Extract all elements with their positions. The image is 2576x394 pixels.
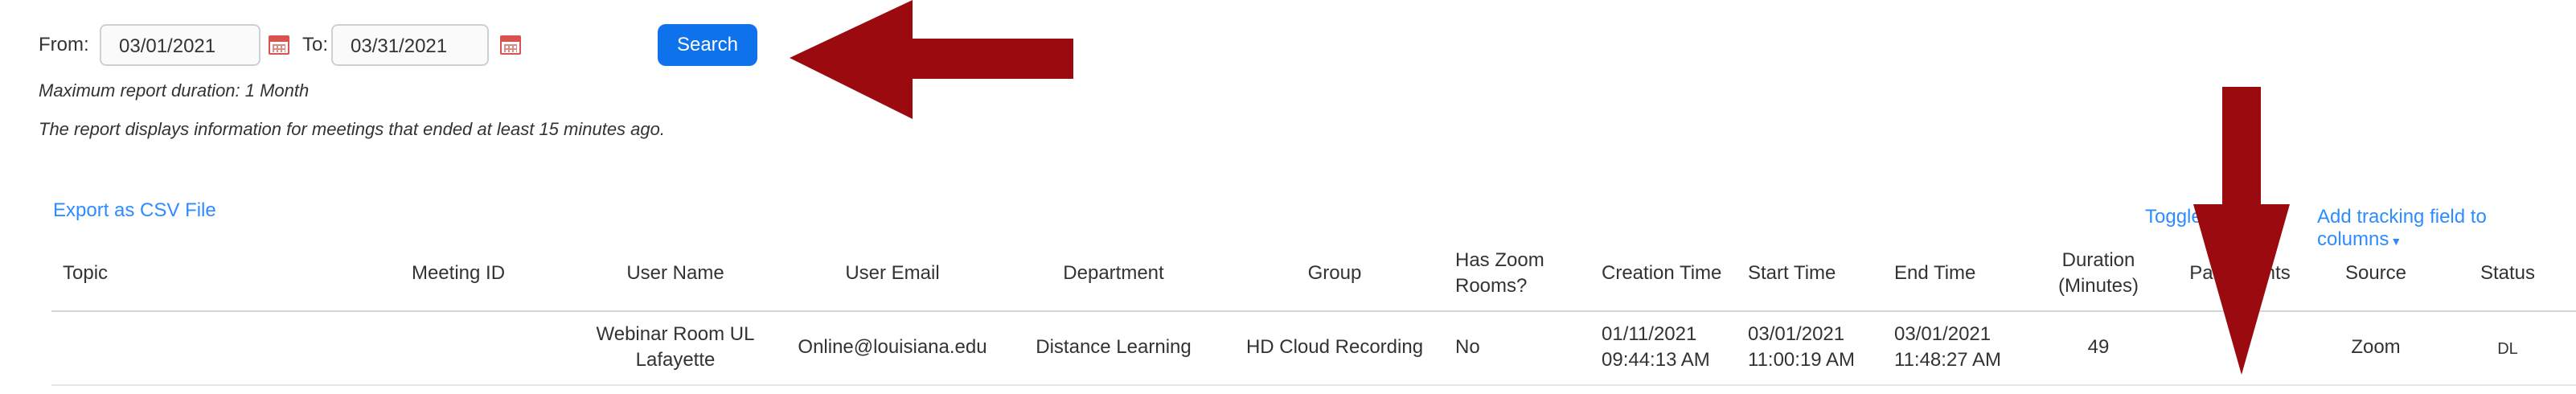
from-label: From: bbox=[39, 34, 89, 55]
caret-down-icon: ▼ bbox=[2390, 235, 2402, 248]
column-header-status[interactable]: Status bbox=[2457, 261, 2558, 286]
column-header-end-time[interactable]: End Time bbox=[1894, 261, 1975, 286]
column-header-duration[interactable]: Duration (Minutes) bbox=[2042, 248, 2155, 299]
to-date-input[interactable]: 03/31/2021 bbox=[331, 24, 489, 66]
has-zoom-rooms-line1: Has Zoom bbox=[1455, 249, 1544, 271]
add-tracking-field-label: Add tracking field to columns bbox=[2317, 206, 2487, 250]
duration-line2: (Minutes) bbox=[2057, 275, 2139, 297]
calendar-icon[interactable] bbox=[500, 35, 521, 55]
cell-duration: 49 bbox=[2087, 336, 2110, 358]
cell-source: Zoom bbox=[2351, 336, 2401, 358]
cell-start-time: 03/01/2021 11:00:19 AM bbox=[1748, 322, 1855, 373]
to-label: To: bbox=[302, 34, 329, 55]
add-tracking-field-link[interactable]: Add tracking field to columns ▼ bbox=[2317, 206, 2576, 251]
row-divider bbox=[51, 384, 2576, 386]
start-date: 03/01/2021 bbox=[1748, 323, 1845, 345]
search-button[interactable]: Search bbox=[658, 24, 757, 66]
cell-creation-time: 01/11/2021 09:44:13 AM bbox=[1602, 322, 1710, 373]
cell-group: HD Cloud Recording bbox=[1245, 336, 1424, 358]
cell-user-email: Online@louisiana.edu bbox=[798, 336, 987, 358]
duration-line1: Duration bbox=[2061, 249, 2135, 271]
cell-end-time: 03/01/2021 11:48:27 AM bbox=[1894, 322, 2001, 373]
column-header-meeting-id[interactable]: Meeting ID bbox=[378, 261, 539, 286]
end-clock: 11:48:27 AM bbox=[1894, 349, 2001, 371]
max-duration-note: Maximum report duration: 1 Month bbox=[39, 80, 310, 101]
annotation-arrow-down bbox=[2193, 87, 2290, 375]
cell-has-zoom-rooms: No bbox=[1455, 336, 1480, 358]
has-zoom-rooms-line2: Rooms? bbox=[1455, 275, 1528, 297]
column-header-source[interactable]: Source bbox=[2316, 261, 2436, 286]
column-header-department[interactable]: Department bbox=[1021, 261, 1206, 286]
column-header-user-email[interactable]: User Email bbox=[796, 261, 989, 286]
column-header-has-zoom-rooms[interactable]: Has Zoom Rooms? bbox=[1455, 248, 1544, 299]
creation-clock: 09:44:13 AM bbox=[1602, 349, 1710, 371]
calendar-icon[interactable] bbox=[269, 35, 289, 55]
user-name-line2: Lafayette bbox=[635, 349, 716, 371]
column-header-start-time[interactable]: Start Time bbox=[1748, 261, 1836, 286]
column-header-group[interactable]: Group bbox=[1238, 261, 1431, 286]
cell-user-name: Webinar Room UL Lafayette bbox=[579, 322, 772, 373]
export-csv-link[interactable]: Export as CSV File bbox=[53, 199, 216, 222]
cell-status: DL bbox=[2497, 340, 2518, 358]
user-name-line1: Webinar Room UL bbox=[596, 323, 755, 345]
column-header-topic[interactable]: Topic bbox=[63, 261, 108, 286]
from-date-input[interactable]: 03/01/2021 bbox=[100, 24, 260, 66]
cell-department: Distance Learning bbox=[1036, 336, 1192, 358]
creation-date: 01/11/2021 bbox=[1602, 323, 1697, 345]
end-date: 03/01/2021 bbox=[1894, 323, 1991, 345]
annotation-arrow-left bbox=[790, 0, 1073, 119]
column-header-creation-time[interactable]: Creation Time bbox=[1602, 261, 1721, 286]
report-info-note: The report displays information for meet… bbox=[39, 119, 665, 139]
column-header-user-name[interactable]: User Name bbox=[579, 261, 772, 286]
start-clock: 11:00:19 AM bbox=[1748, 349, 1855, 371]
